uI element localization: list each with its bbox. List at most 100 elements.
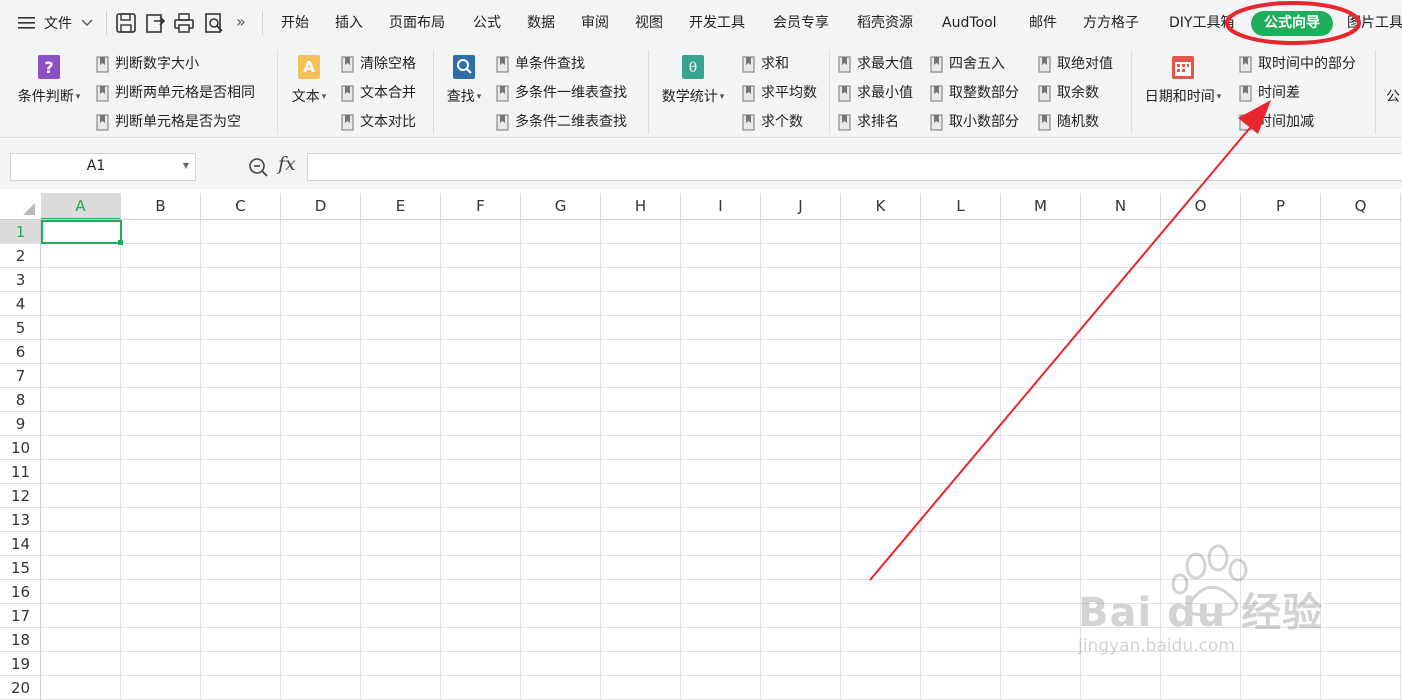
formula-input[interactable] [307,153,1402,181]
fill-handle[interactable] [118,240,123,245]
row-header-4[interactable]: 4 [0,292,41,316]
find-item-2[interactable]: 多条件一维表查找 [496,82,627,104]
column-header-o[interactable]: O [1161,193,1241,220]
row-header-14[interactable]: 14 [0,532,41,556]
row-header-5[interactable]: 5 [0,316,41,340]
column-header-g[interactable]: G [521,193,601,220]
find-button[interactable]: 查找 ▾ [442,54,486,106]
datetime-item-add[interactable]: 时间加减 [1239,111,1314,133]
tab-mail[interactable]: 邮件 [1029,0,1057,46]
active-cell-a1[interactable] [41,220,122,244]
row-header-7[interactable]: 7 [0,364,41,388]
row-header-20[interactable]: 20 [0,676,41,700]
column-header-q[interactable]: Q [1321,193,1401,220]
math-item-average[interactable]: 求平均数 [742,82,817,104]
math-item-random[interactable]: 随机数 [1038,111,1099,133]
column-header-m[interactable]: M [1001,193,1081,220]
column-header-d[interactable]: D [281,193,361,220]
tab-ffcell[interactable]: 方方格子 [1083,0,1139,46]
cond-item-2[interactable]: 判断两单元格是否相同 [96,82,255,104]
math-item-max[interactable]: 求最大值 [838,53,913,75]
row-header-19[interactable]: 19 [0,652,41,676]
row-header-15[interactable]: 15 [0,556,41,580]
tab-picture-tools[interactable]: 图片工具 [1347,0,1402,46]
column-header-a[interactable]: A [41,193,121,220]
cond-item-1[interactable]: 判断数字大小 [96,53,199,75]
ribbon-overflow-label[interactable]: 公 [1386,86,1400,106]
tab-insert[interactable]: 插入 [335,0,363,46]
condition-label: 条件判断 [17,89,74,105]
math-item-rank[interactable]: 求排名 [838,111,899,133]
row-header-13[interactable]: 13 [0,508,41,532]
tab-audtool[interactable]: AudTool [942,0,997,46]
row-header-17[interactable]: 17 [0,604,41,628]
spreadsheet-grid[interactable]: ABCDEFGHIJKLMNOPQ 1 2 3 4 5 6 7 8 9 10 11 12 13 14 15 1… [0,189,1402,700]
print-icon[interactable] [173,12,195,34]
row-header-18[interactable]: 18 [0,628,41,652]
tab-member[interactable]: 会员专享 [773,0,829,46]
tab-formulas[interactable]: 公式 [473,0,501,46]
math-item-int[interactable]: 取整数部分 [930,82,1019,104]
file-menu[interactable]: 文件 [18,13,94,33]
tab-home[interactable]: 开始 [281,0,309,46]
datetime-button[interactable]: 日期和时间 ▾ [1140,54,1226,106]
column-header-e[interactable]: E [361,193,441,220]
find-item-1[interactable]: 单条件查找 [496,53,585,75]
tab-developer[interactable]: 开发工具 [689,0,745,46]
row-header-8[interactable]: 8 [0,388,41,412]
chevron-down-icon[interactable]: ▼ [183,161,189,170]
row-header-16[interactable]: 16 [0,580,41,604]
tab-view[interactable]: 视图 [635,0,663,46]
math-item-mod[interactable]: 取余数 [1038,82,1099,104]
text-item-3[interactable]: 文本对比 [341,111,416,133]
text-item-1[interactable]: 清除空格 [341,53,416,75]
text-button[interactable]: A 文本 ▾ [286,54,332,106]
bookmark-icon [341,55,354,73]
datetime-item-diff[interactable]: 时间差 [1239,82,1300,104]
row-header-9[interactable]: 9 [0,412,41,436]
fx-button[interactable]: fx [278,153,296,175]
cond-item-3[interactable]: 判断单元格是否为空 [96,111,241,133]
tab-review[interactable]: 审阅 [581,0,609,46]
column-header-j[interactable]: J [761,193,841,220]
math-item-abs[interactable]: 取绝对值 [1038,53,1113,75]
export-pdf-icon[interactable] [144,12,166,34]
save-icon[interactable] [115,12,137,34]
print-preview-icon[interactable] [203,12,225,34]
zoom-function-icon[interactable] [248,157,270,179]
math-item-count[interactable]: 求个数 [742,111,803,133]
row-header-6[interactable]: 6 [0,340,41,364]
math-item-decimal[interactable]: 取小数部分 [930,111,1019,133]
column-header-h[interactable]: H [601,193,681,220]
tab-data[interactable]: 数据 [527,0,555,46]
row-header-1[interactable]: 1 [0,220,41,244]
row-header-2[interactable]: 2 [0,244,41,268]
tab-diy-toolbox[interactable]: DIY工具箱 [1169,0,1234,46]
name-box[interactable]: A1 ▼ [10,153,196,181]
find-item-3[interactable]: 多条件二维表查找 [496,111,627,133]
row-header-10[interactable]: 10 [0,436,41,460]
column-header-f[interactable]: F [441,193,521,220]
column-header-b[interactable]: B [121,193,201,220]
condition-button[interactable]: ? 条件判断 ▾ [14,54,84,106]
more-quick-access[interactable]: » [236,12,246,31]
column-header-l[interactable]: L [921,193,1001,220]
datetime-item-part[interactable]: 取时间中的部分 [1239,53,1356,75]
math-stats-button[interactable]: θ 数学统计 ▾ [657,54,729,106]
math-item-min[interactable]: 求最小值 [838,82,913,104]
math-item-round[interactable]: 四舍五入 [930,53,1005,75]
tab-page-layout[interactable]: 页面布局 [389,0,445,46]
math-item-sum[interactable]: 求和 [742,53,789,75]
column-header-k[interactable]: K [841,193,921,220]
column-header-n[interactable]: N [1081,193,1161,220]
tab-formula-wizard[interactable]: 公式向导 [1251,11,1333,36]
tab-docer[interactable]: 稻壳资源 [857,0,913,46]
row-header-11[interactable]: 11 [0,460,41,484]
column-header-c[interactable]: C [201,193,281,220]
text-item-2[interactable]: 文本合并 [341,82,416,104]
column-header-i[interactable]: I [681,193,761,220]
row-header-3[interactable]: 3 [0,268,41,292]
row-header-12[interactable]: 12 [0,484,41,508]
select-all-corner[interactable] [0,193,41,220]
column-header-p[interactable]: P [1241,193,1321,220]
